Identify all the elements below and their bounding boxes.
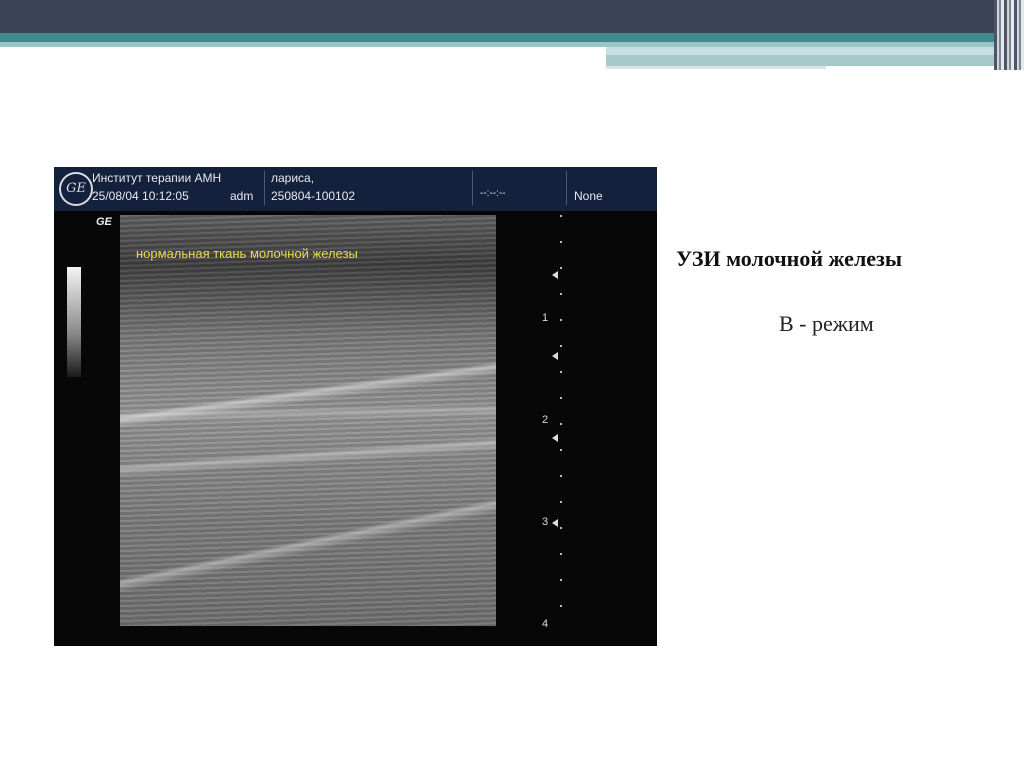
scan-area bbox=[120, 215, 496, 626]
slide-subtitle: B - режим bbox=[779, 311, 874, 336]
slide-title: УЗИ молочной железы bbox=[676, 246, 903, 271]
depth-mark: 3 bbox=[542, 516, 549, 528]
slide-right-ribbon-thin bbox=[606, 66, 826, 69]
depth-mark: 1 bbox=[542, 312, 549, 324]
operator-name: adm bbox=[230, 189, 254, 203]
ultrasound-image: GE Институт терапии АМН 25/08/04 10:12:0… bbox=[54, 167, 657, 646]
focus-marker-icon bbox=[552, 519, 558, 527]
institute-name: Институт терапии АМН bbox=[92, 171, 222, 185]
header-divider bbox=[472, 171, 473, 205]
scan-annotation: нормальная ткань молочной железы bbox=[136, 246, 358, 261]
slide-teal-band bbox=[0, 33, 1000, 42]
depth-mark: 4 bbox=[542, 618, 549, 630]
exam-id: 250804-100102 bbox=[271, 189, 356, 203]
grayscale-bar bbox=[67, 267, 81, 377]
patient-name: лариса, bbox=[271, 171, 315, 185]
exam-clock: --:--:-- bbox=[480, 188, 506, 199]
exam-datetime: 25/08/04 10:12:05 bbox=[92, 189, 189, 203]
preset-label: None bbox=[574, 189, 603, 203]
focus-marker-icon bbox=[552, 271, 558, 279]
slide-edge-stripes bbox=[994, 0, 1024, 70]
header-divider bbox=[566, 171, 567, 205]
header-divider bbox=[264, 171, 265, 205]
depth-mark: 2 bbox=[542, 414, 549, 426]
ge-logo-icon: GE bbox=[59, 172, 93, 206]
slide-top-bar bbox=[0, 0, 1000, 33]
ultrasound-header: GE Институт терапии АМН 25/08/04 10:12:0… bbox=[54, 167, 657, 211]
slide-right-ribbon bbox=[606, 47, 1000, 55]
focus-marker-icon bbox=[552, 352, 558, 360]
slide-right-ribbon-lower bbox=[606, 55, 1000, 66]
brand-mark: GE bbox=[96, 216, 112, 228]
focus-marker-icon bbox=[552, 434, 558, 442]
depth-scale bbox=[560, 215, 562, 626]
